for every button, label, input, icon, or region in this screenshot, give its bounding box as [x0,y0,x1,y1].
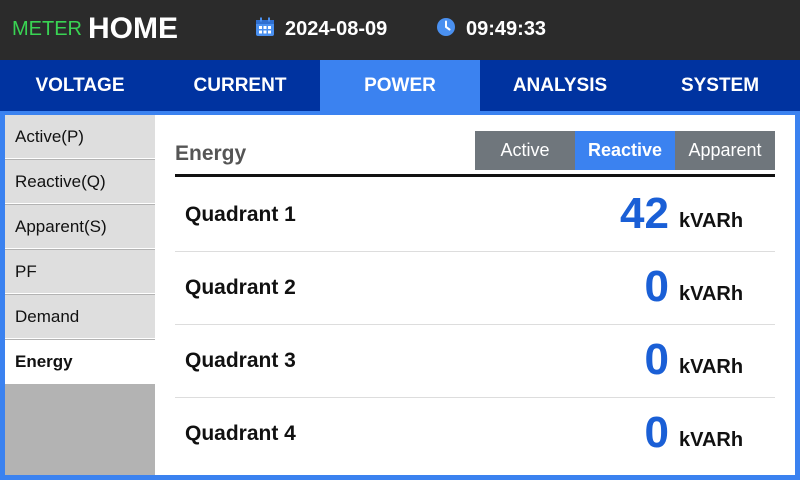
calendar-icon [255,17,275,42]
sidebar-item-apparent[interactable]: Apparent(S) [5,205,155,249]
sidebar-item-active[interactable]: Active(P) [5,115,155,159]
tab-power[interactable]: POWER [320,60,480,111]
tab-current[interactable]: CURRENT [160,60,320,111]
sidebar-item-energy[interactable]: Energy [5,340,155,384]
content-panel: Active(P) Reactive(Q) Apparent(S) PF Dem… [5,115,795,475]
quadrant-row: Quadrant 3 0 kVARh [175,325,775,398]
quadrant-label: Quadrant 4 [185,422,296,445]
clock-icon [436,17,456,42]
date-text: 2024-08-09 [285,18,388,40]
sidebar-item-pf[interactable]: PF [5,250,155,294]
quadrant-row: Quadrant 1 42 kVARh [175,179,775,252]
quadrant-value: 0 [644,408,669,457]
tab-analysis[interactable]: ANALYSIS [480,60,640,111]
segment-reactive[interactable]: Reactive [575,131,675,170]
time-text: 09:49:33 [466,18,547,40]
top-header: METER HOME 2024-08-09 09:49:33 [0,0,800,60]
sidebar-item-reactive[interactable]: Reactive(Q) [5,160,155,204]
quadrant-label: Quadrant 3 [185,349,296,372]
date-display: 2024-08-09 [255,17,387,42]
quadrant-value: 0 [644,335,669,384]
quadrant-unit: kVARh [679,283,744,305]
quadrant-unit: kVARh [679,210,744,232]
segment-active[interactable]: Active [475,131,575,170]
brand-home-button[interactable]: HOME [88,12,178,46]
energy-type-selector: Active Reactive Apparent [475,131,775,170]
sidebar: Active(P) Reactive(Q) Apparent(S) PF Dem… [5,115,155,475]
time-display: 09:49:33 [436,17,546,42]
brand-meter: METER [12,18,82,40]
quadrant-row: Quadrant 4 0 kVARh [175,398,775,471]
tab-voltage[interactable]: VOLTAGE [0,60,160,111]
quadrant-value: 42 [620,189,669,238]
main-tab-bar: VOLTAGE CURRENT POWER ANALYSIS SYSTEM [0,60,800,111]
quadrant-label: Quadrant 1 [185,203,296,226]
quadrant-unit: kVARh [679,429,744,451]
quadrant-value: 0 [644,262,669,311]
quadrant-row: Quadrant 2 0 kVARh [175,252,775,325]
quadrant-label: Quadrant 2 [185,276,296,299]
title-divider [175,174,775,177]
section-title: Energy [175,142,247,165]
tab-system[interactable]: SYSTEM [640,60,800,111]
segment-apparent[interactable]: Apparent [675,131,775,170]
sidebar-item-demand[interactable]: Demand [5,295,155,339]
quadrant-unit: kVARh [679,356,744,378]
